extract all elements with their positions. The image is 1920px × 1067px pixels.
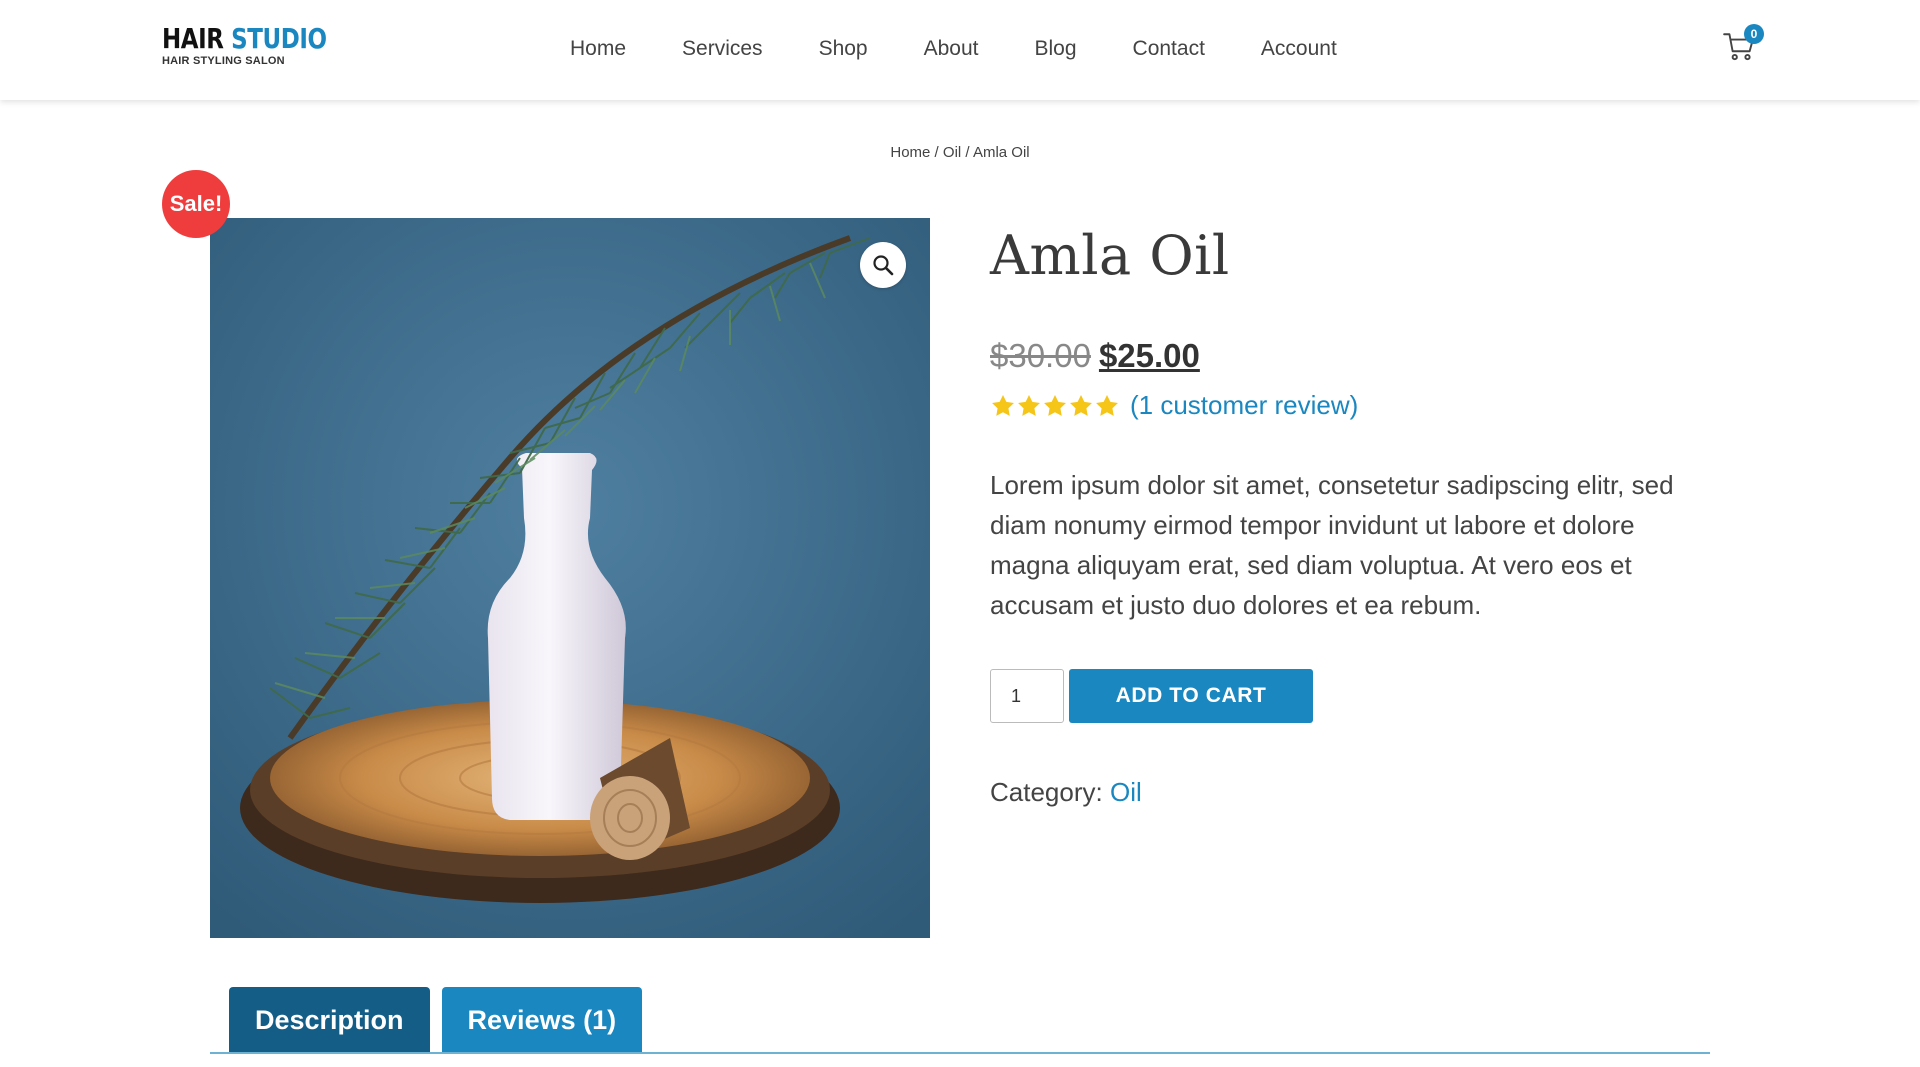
breadcrumb-home[interactable]: Home	[890, 144, 930, 161]
site-logo[interactable]: HAIR STUDIO HAIR STYLING SALON	[156, 19, 356, 73]
sale-price: $25.00	[1098, 337, 1200, 374]
tab-description[interactable]: Description	[229, 987, 430, 1053]
review-link[interactable]: (1 customer review)	[1130, 390, 1358, 421]
breadcrumb-current: Amla Oil	[972, 144, 1030, 161]
nav-services[interactable]: Services	[682, 36, 763, 62]
cart-button[interactable]: 0	[1722, 24, 1764, 70]
product-summary: Amla Oil $30.00 $25.00 (1 customer review…	[990, 220, 1710, 808]
magnifier-icon	[873, 255, 894, 276]
nav-home[interactable]: Home	[570, 36, 626, 62]
star-icon	[1070, 394, 1092, 416]
nav-shop[interactable]: Shop	[819, 36, 868, 62]
logo-title: HAIR STUDIO	[162, 24, 327, 54]
breadcrumb-oil[interactable]: Oil	[943, 144, 961, 161]
logo-tagline: HAIR STYLING SALON	[162, 55, 285, 67]
logo-name-part1: HAIR	[162, 22, 224, 55]
nav-about[interactable]: About	[924, 36, 979, 62]
product-rating: (1 customer review)	[990, 390, 1710, 421]
add-to-cart-form: ADD TO CART	[990, 669, 1710, 723]
add-to-cart-button[interactable]: ADD TO CART	[1069, 669, 1313, 723]
star-icon	[1044, 394, 1066, 416]
site-header: HAIR STUDIO HAIR STYLING SALON Home Serv…	[0, 0, 1920, 100]
cart-count-badge: 0	[1744, 24, 1764, 44]
product-tabs: Description Reviews (1)	[229, 987, 654, 1053]
nav-blog[interactable]: Blog	[1035, 36, 1077, 62]
nav-account[interactable]: Account	[1261, 36, 1337, 62]
star-icon	[1096, 394, 1118, 416]
tab-reviews[interactable]: Reviews (1)	[441, 987, 643, 1053]
tabs-divider	[210, 1052, 1710, 1054]
star-rating	[990, 393, 1120, 419]
nav-contact[interactable]: Contact	[1133, 36, 1205, 62]
category-link[interactable]: Oil	[1110, 777, 1142, 807]
product-category: Category: Oil	[990, 777, 1710, 808]
product-price: $30.00 $25.00	[990, 336, 1710, 376]
old-price: $30.00	[990, 337, 1091, 374]
product-photo	[210, 218, 930, 938]
breadcrumb-separator: /	[961, 144, 973, 161]
product-title: Amla Oil	[990, 224, 1230, 287]
quantity-input[interactable]	[990, 669, 1064, 723]
logo-text: HAIR STUDIO HAIR STYLING SALON	[162, 24, 363, 68]
product-image[interactable]	[210, 218, 930, 938]
breadcrumb: Home / Oil / Amla Oil	[0, 144, 1920, 161]
sale-badge: Sale!	[162, 170, 230, 238]
breadcrumb-separator: /	[930, 144, 943, 161]
main-nav: Home Services Shop About Blog Contact Ac…	[570, 36, 1393, 62]
product-description: Lorem ipsum dolor sit amet, consetetur s…	[990, 470, 1674, 620]
logo-name-part2: STUDIO	[231, 22, 327, 55]
zoom-button[interactable]	[860, 242, 906, 288]
star-icon	[992, 394, 1014, 416]
star-icon	[1018, 394, 1040, 416]
category-label: Category:	[990, 777, 1103, 807]
